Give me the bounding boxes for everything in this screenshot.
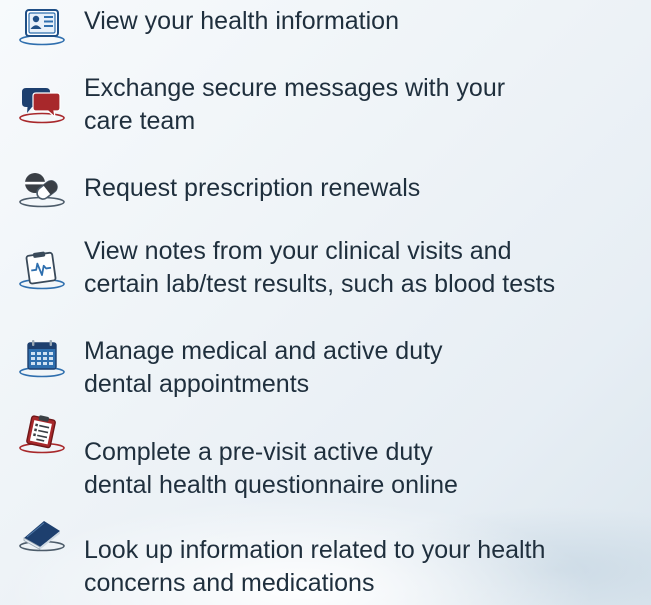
- feature-text-line: Request prescription renewals: [84, 174, 421, 202]
- pill-capsule-icon: [16, 168, 68, 208]
- feature-text-line: View notes from your clinical visits and: [84, 237, 512, 265]
- questionnaire-clipboard-icon: [16, 414, 68, 454]
- feature-text-line: Complete a pre-visit active duty: [84, 438, 433, 466]
- book-icon: [16, 512, 68, 552]
- feature-text-line: certain lab/test results, such as blood …: [84, 270, 556, 298]
- feature-text: View notes from your clinical visits and…: [84, 235, 646, 301]
- calendar-icon: [16, 338, 68, 378]
- feature-text: View your health information: [84, 5, 646, 38]
- profile-card-icon: [16, 6, 68, 46]
- feature-text-line: care team: [84, 107, 196, 135]
- feature-text-line: dental health questionnaire online: [84, 471, 458, 499]
- clipboard-chart-icon: [16, 250, 68, 290]
- feature-text-line: Look up information related to your heal…: [84, 536, 546, 564]
- feature-text: Request prescription renewals: [84, 172, 646, 205]
- feature-text: Complete a pre-visit active duty dental …: [84, 436, 646, 502]
- feature-text-line: Manage medical and active duty: [84, 337, 443, 365]
- feature-list: View your health information Exchange se…: [0, 0, 651, 605]
- feature-text-line: concerns and medications: [84, 569, 375, 597]
- feature-text: Look up information related to your heal…: [84, 534, 646, 600]
- feature-text-line: View your health information: [84, 7, 399, 35]
- feature-text: Manage medical and active duty dental ap…: [84, 335, 646, 401]
- feature-text-line: dental appointments: [84, 370, 310, 398]
- feature-text: Exchange secure messages with your care …: [84, 72, 646, 138]
- feature-text-line: Exchange secure messages with your: [84, 74, 506, 102]
- chat-bubble-icon: [16, 84, 68, 124]
